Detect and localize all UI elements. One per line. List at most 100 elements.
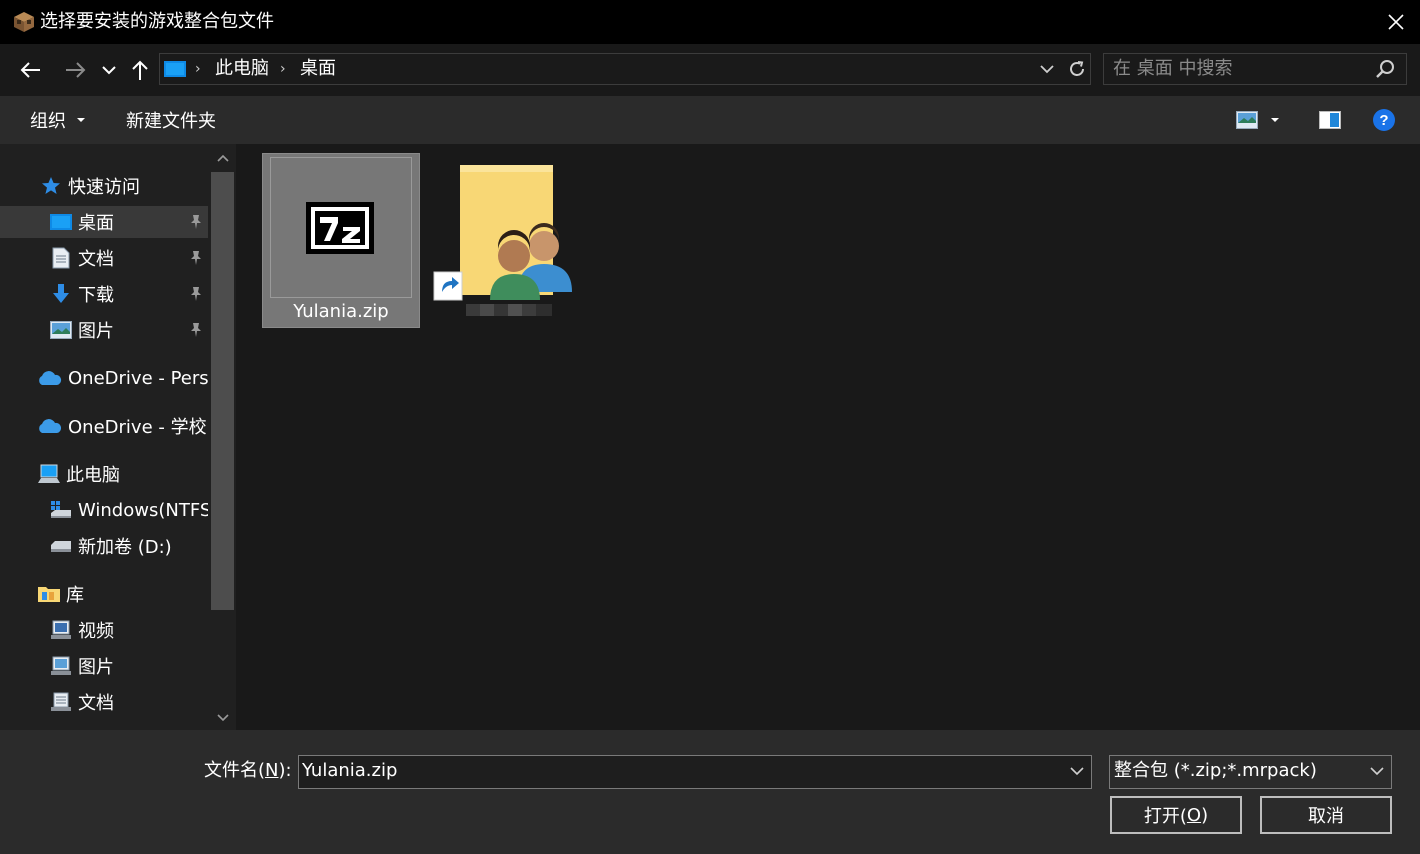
change-view-button[interactable]	[1236, 106, 1290, 134]
nav-label: Windows(NTFS)	[78, 499, 208, 521]
file-name: Yulania.zip	[293, 301, 389, 322]
chevron-up-icon	[217, 154, 229, 162]
nav-label: 视频	[78, 621, 114, 642]
picture-icon	[50, 319, 72, 341]
arrow-up-icon	[132, 60, 148, 80]
nav-label: OneDrive - Personal	[68, 367, 208, 389]
nav-lib-documents[interactable]: 文档	[0, 686, 208, 718]
back-button[interactable]	[14, 56, 46, 84]
button-text: 打开(	[1143, 806, 1187, 827]
nav-label: 图片	[78, 657, 114, 678]
nav-label: 下载	[78, 285, 114, 306]
users-folder-shortcut-icon	[432, 160, 582, 304]
nav-label: 图片	[78, 321, 114, 342]
pin-icon	[191, 251, 201, 265]
preview-pane-icon	[1319, 111, 1341, 129]
view-image-icon	[1236, 111, 1258, 129]
close-icon	[1388, 14, 1404, 30]
help-button[interactable]: ?	[1368, 104, 1400, 136]
arrow-right-icon	[66, 62, 86, 78]
nav-onedrive-school[interactable]: OneDrive - 学校	[0, 410, 208, 442]
caret-down-icon	[1271, 118, 1279, 122]
refresh-icon	[1070, 61, 1084, 76]
pin-icon	[191, 287, 201, 301]
label-text: 文件名(	[204, 760, 266, 781]
up-button[interactable]	[126, 56, 154, 84]
nav-drive-d[interactable]: 新加卷 (D:)	[0, 530, 208, 562]
cancel-button[interactable]: 取消	[1260, 796, 1392, 834]
nav-lib-videos[interactable]: 视频	[0, 614, 208, 646]
close-button[interactable]	[1372, 0, 1420, 44]
download-icon	[50, 283, 72, 305]
7zip-archive-icon	[306, 202, 374, 254]
dialog-footer	[0, 730, 1420, 854]
chevron-down-icon	[1070, 767, 1084, 776]
library-folder-icon	[38, 583, 60, 605]
video-icon	[50, 619, 72, 641]
search-icon[interactable]	[1374, 58, 1396, 80]
cloud-icon	[36, 367, 62, 389]
nav-quick-access[interactable]: 快速访问	[0, 170, 208, 202]
file-type-dropdown-button[interactable]	[1366, 760, 1388, 782]
filename-dropdown-button[interactable]	[1066, 760, 1088, 782]
nav-pictures[interactable]: 图片	[0, 314, 208, 346]
nav-label: 新加卷 (D:)	[78, 537, 172, 558]
filename-label: 文件名(N):	[204, 758, 292, 784]
nav-desktop[interactable]: 桌面	[0, 206, 208, 238]
nav-label: 此电脑	[66, 465, 120, 486]
address-bar[interactable]	[159, 53, 1091, 85]
computer-icon	[38, 463, 60, 485]
nav-label: 库	[66, 585, 84, 606]
computer-icon	[164, 61, 186, 77]
file-type-value[interactable]: 整合包 (*.zip;*.mrpack)	[1114, 758, 1317, 784]
breadcrumb-desktop[interactable]: 桌面	[300, 56, 336, 82]
filename-value[interactable]: Yulania.zip	[302, 758, 397, 784]
organize-button[interactable]: 组织	[20, 104, 96, 136]
document-icon	[50, 247, 72, 269]
scroll-up-button[interactable]	[212, 148, 234, 168]
nav-label: 桌面	[78, 213, 114, 234]
desktop-icon	[50, 211, 72, 233]
button-text: )	[1201, 804, 1209, 826]
nav-documents[interactable]: 文档	[0, 242, 208, 274]
breadcrumb-this-pc[interactable]: 此电脑	[215, 56, 269, 82]
search-placeholder: 在 桌面 中搜索	[1113, 58, 1233, 79]
new-folder-button[interactable]: 新建文件夹	[116, 104, 226, 136]
windows-drive-icon	[50, 499, 72, 521]
cloud-icon	[36, 415, 62, 437]
chevron-down-icon	[102, 66, 116, 75]
pin-icon	[191, 215, 201, 229]
nav-label: 文档	[78, 249, 114, 270]
address-history-button[interactable]	[1036, 58, 1058, 80]
filename-combobox[interactable]	[298, 755, 1092, 789]
help-icon: ?	[1373, 109, 1395, 131]
nav-libraries[interactable]: 库	[0, 578, 208, 610]
scroll-down-button[interactable]	[212, 708, 234, 728]
svg-text:?: ?	[1379, 112, 1388, 129]
nav-onedrive-personal[interactable]: OneDrive - Personal	[0, 362, 208, 394]
nav-downloads[interactable]: 下载	[0, 278, 208, 310]
forward-button[interactable]	[60, 56, 92, 84]
label-text: ):	[278, 760, 292, 781]
document-icon	[50, 691, 72, 713]
refresh-button[interactable]	[1064, 56, 1090, 82]
access-key: O	[1186, 804, 1202, 826]
organize-label: 组织	[30, 111, 66, 132]
drive-icon	[50, 535, 72, 557]
preview-pane-button[interactable]	[1314, 106, 1346, 134]
access-key: N	[265, 760, 279, 781]
caret-down-icon	[77, 118, 85, 122]
breadcrumb-separator: ›	[280, 61, 286, 77]
nav-lib-pictures[interactable]: 图片	[0, 650, 208, 682]
star-icon	[40, 175, 62, 197]
open-button[interactable]: 打开(O)	[1110, 796, 1242, 834]
picture-icon	[50, 655, 72, 677]
window-title: 选择要安装的游戏整合包文件	[40, 11, 274, 32]
recent-locations-button[interactable]	[98, 56, 120, 84]
nav-this-pc[interactable]: 此电脑	[0, 458, 208, 490]
nav-label: OneDrive - 学校	[68, 417, 207, 438]
chevron-down-icon	[1040, 65, 1054, 74]
nav-drive-c[interactable]: Windows(NTFS)	[0, 494, 208, 526]
scroll-thumb[interactable]	[211, 172, 234, 610]
blurred-file-name	[466, 302, 556, 318]
